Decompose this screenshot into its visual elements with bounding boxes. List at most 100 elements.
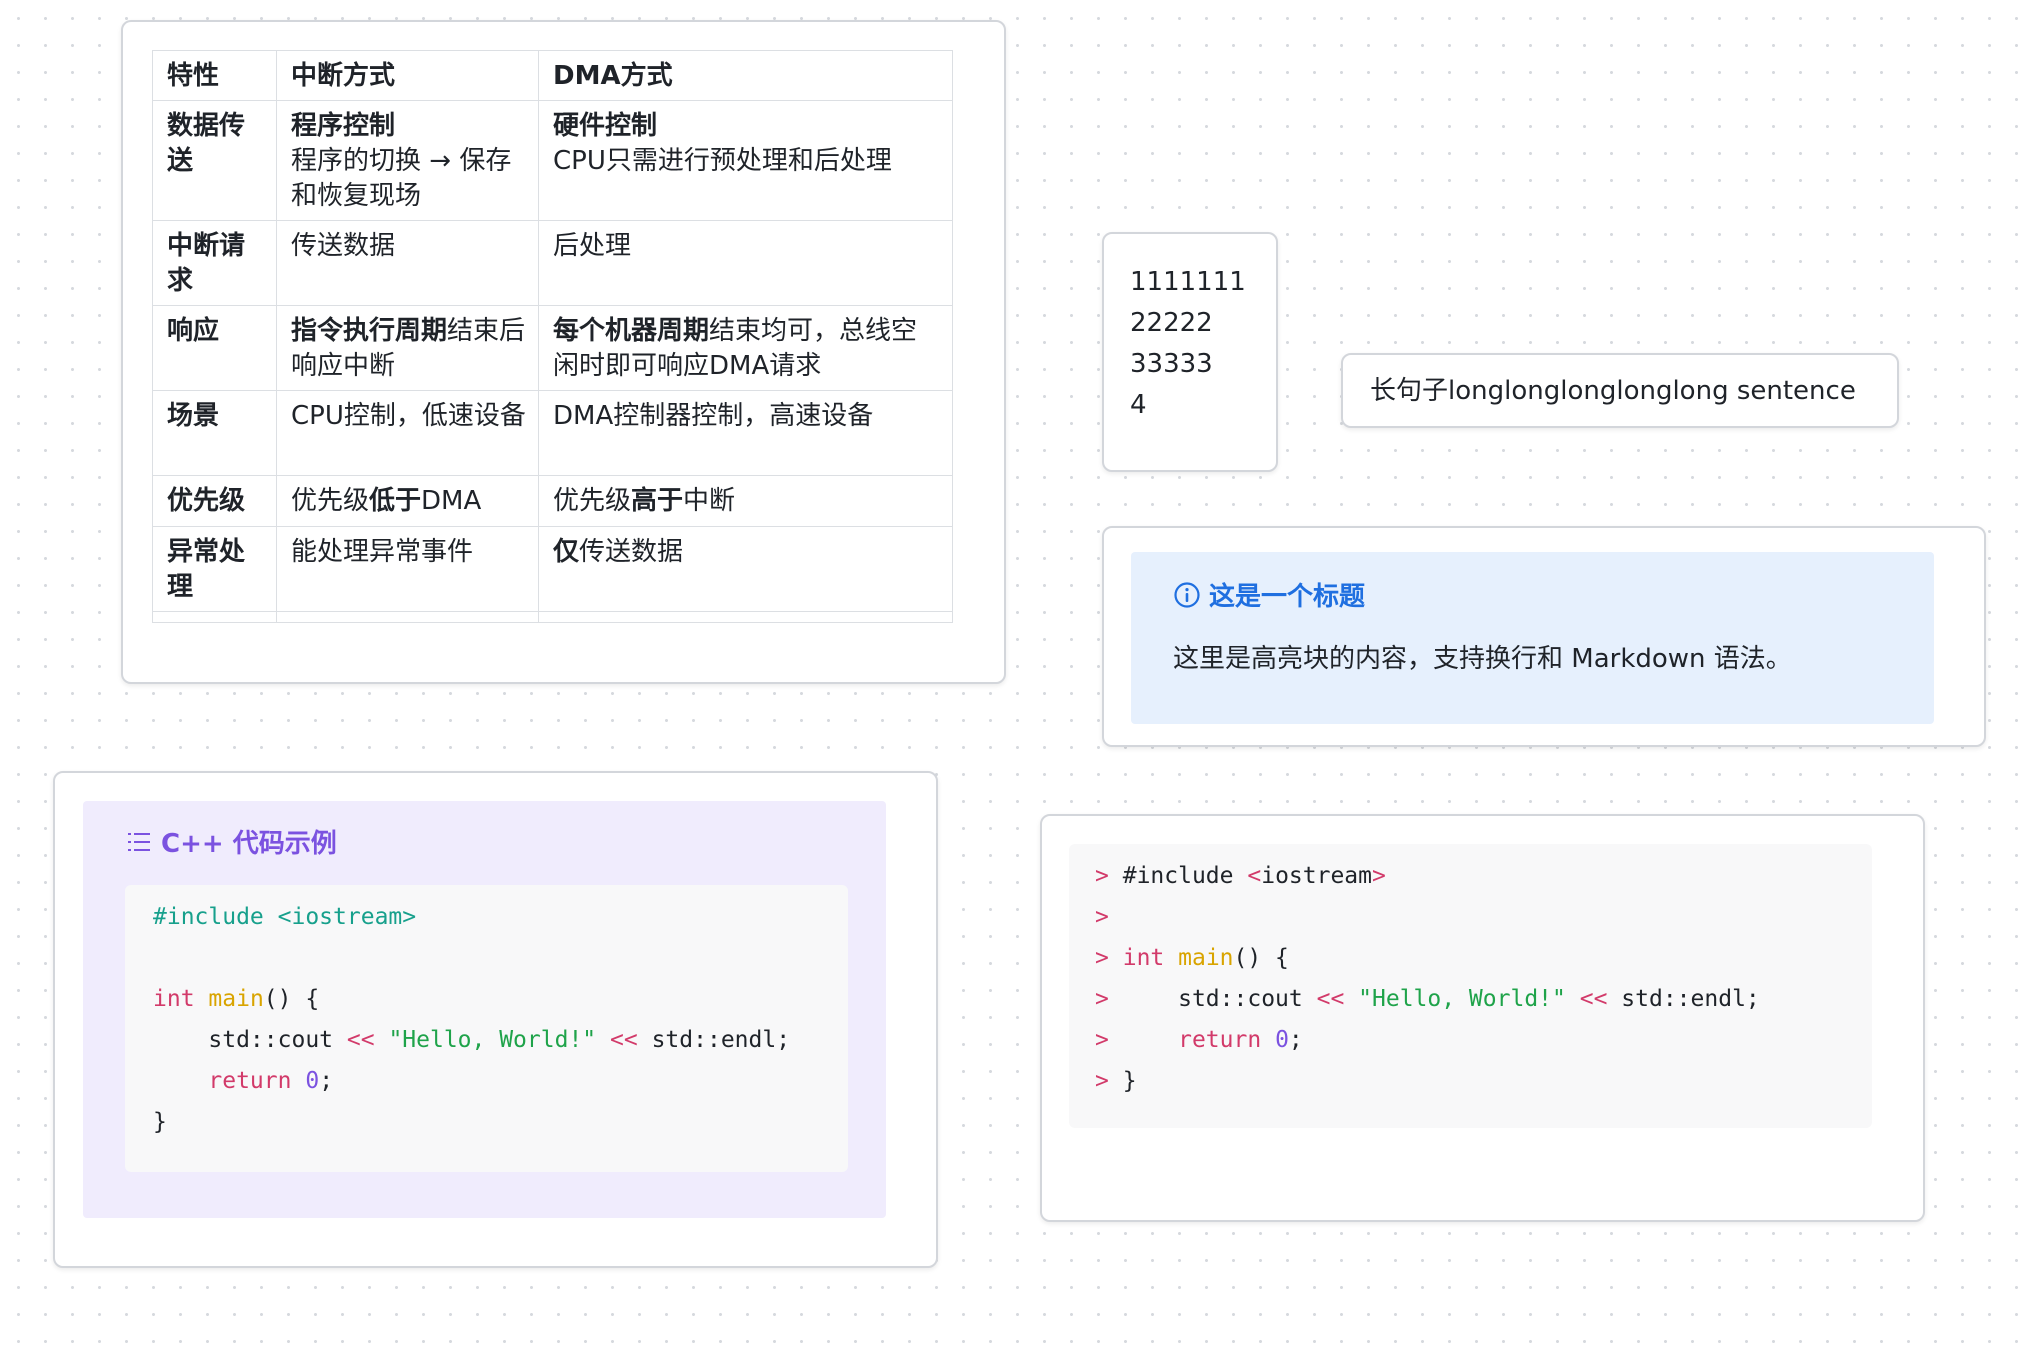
- quote-marker: >: [1095, 863, 1109, 889]
- code-line: > std::cout << "Hello, World!" << std::e…: [1095, 979, 1872, 1020]
- sentence-text: 长句子longlonglonglonglong sentence: [1370, 376, 1856, 406]
- cell-dma[interactable]: 每个机器周期结束均可，总线空闲时即可响应DMA请求: [538, 305, 953, 391]
- cell-dma[interactable]: 硬件控制 CPU只需进行预处理和后处理: [538, 100, 953, 221]
- code-line: #include <iostream>: [153, 897, 848, 938]
- cell-bold-text: 低于: [369, 486, 422, 516]
- quote-marker: >: [1095, 1027, 1109, 1053]
- quoted-code-block[interactable]: > #include <iostream> > > int main() {> st…: [1069, 844, 1872, 1128]
- info-callout: 这是一个标题 这里是高亮块的内容，支持换行和 Markdown 语法。: [1131, 552, 1934, 724]
- cell-bold-text: 程序控制: [291, 111, 396, 141]
- cell-bold-text: 硬件控制: [553, 111, 658, 141]
- cell-dma[interactable]: 后处理: [538, 220, 953, 306]
- cell-text: 优先级: [291, 486, 370, 516]
- cell-bold-text: 仅: [553, 537, 580, 567]
- code-token: main: [1178, 945, 1234, 971]
- cell-text: DMA: [421, 486, 482, 516]
- code-token: 0: [1275, 1027, 1289, 1053]
- code-token: int: [1122, 945, 1165, 971]
- cell-interrupt[interactable]: 优先级低于DMA: [276, 475, 539, 527]
- code-token: <<: [1316, 986, 1345, 1012]
- header-feature[interactable]: 特性: [152, 50, 277, 101]
- cell-bold-text: 每个机器周期: [553, 316, 710, 346]
- code-line: > return 0;: [1095, 1020, 1872, 1061]
- cell-bold-text: 指令执行周期: [291, 316, 448, 346]
- info-circle-icon: [1174, 581, 1200, 608]
- code-token: #include: [1122, 863, 1234, 889]
- table-row: 场景 CPU控制，低速设备 DMA控制器控制，高速设备: [152, 390, 953, 476]
- table-row: 数据传送 程序控制程序的切换 → 保存和恢复现场 硬件控制 CPU只需进行预处理和…: [152, 100, 953, 221]
- code-token: 0: [305, 1068, 320, 1094]
- empty-cell[interactable]: [152, 611, 277, 623]
- row-feature[interactable]: 响应: [152, 305, 277, 391]
- code-line: }: [153, 1102, 848, 1143]
- cell-text: 优先级: [553, 486, 632, 516]
- code-token: #include: [153, 904, 264, 930]
- code-token: () {: [1233, 945, 1289, 971]
- callout-title-text: 这是一个标题: [1209, 582, 1366, 612]
- comparison-table-card[interactable]: 特性 中断方式 DMA方式 数据传送 程序控制程序的切换 → 保存和恢复现场 硬…: [121, 20, 1006, 684]
- row-feature[interactable]: 异常处理: [152, 526, 277, 612]
- callout-body: 这里是高亮块的内容，支持换行和 Markdown 语法。: [1173, 644, 1792, 674]
- header-dma[interactable]: DMA方式: [538, 50, 953, 101]
- numbers-text-card[interactable]: 1111111 22222 33333 4: [1102, 232, 1278, 472]
- text-line: 22222: [1130, 308, 1213, 338]
- cell-interrupt[interactable]: 指令执行周期结束后响应中断: [276, 305, 539, 391]
- cell-dma[interactable]: DMA控制器控制，高速设备: [538, 390, 953, 476]
- cell-text: 程序的切换 → 保存和恢复现场: [291, 146, 512, 211]
- empty-cell[interactable]: [538, 611, 953, 623]
- table-header-row: 特性 中断方式 DMA方式: [152, 50, 953, 101]
- list-icon: [128, 832, 150, 851]
- row-feature[interactable]: 优先级: [152, 475, 277, 527]
- cpp-callout-card[interactable]: C++ 代码示例 #include <iostream> int main() …: [53, 771, 938, 1268]
- table-row: 响应 指令执行周期结束后响应中断 每个机器周期结束均可，总线空闲时即可响应DMA…: [152, 305, 953, 391]
- code-token: std::cout: [208, 1027, 334, 1053]
- text-line: 4: [1130, 390, 1147, 420]
- table-row: 异常处理 能处理异常事件 仅传送数据: [152, 526, 953, 612]
- empty-cell[interactable]: [276, 611, 539, 623]
- row-feature[interactable]: 数据传送: [152, 100, 277, 221]
- numbers-text: 1111111 22222 33333 4: [1130, 262, 1246, 426]
- cell-interrupt[interactable]: 程序控制程序的切换 → 保存和恢复现场: [276, 100, 539, 221]
- row-feature[interactable]: 中断请求: [152, 220, 277, 306]
- code-token: >: [1372, 863, 1386, 889]
- code-block[interactable]: #include <iostream> int main() { std::co…: [125, 885, 848, 1172]
- code-token: <<: [1579, 986, 1608, 1012]
- sentence-text-card[interactable]: 长句子longlonglonglonglong sentence: [1341, 353, 1899, 428]
- code-line: int main() {: [153, 979, 848, 1020]
- cell-interrupt[interactable]: 传送数据: [276, 220, 539, 306]
- header-interrupt[interactable]: 中断方式: [276, 50, 539, 101]
- cell-interrupt[interactable]: 能处理异常事件: [276, 526, 539, 612]
- code-token: std::cout: [1178, 986, 1303, 1012]
- cell-dma[interactable]: 仅传送数据: [538, 526, 953, 612]
- code-token: <: [1247, 863, 1262, 889]
- code-token: }: [1122, 1068, 1137, 1094]
- callout-title: C++ 代码示例: [125, 823, 337, 860]
- code-token: <<: [610, 1027, 638, 1053]
- cell-dma[interactable]: 优先级高于中断: [538, 475, 953, 527]
- callout-title-text: C++ 代码示例: [161, 829, 337, 859]
- row-feature[interactable]: 场景: [152, 390, 277, 476]
- highlight-block-card[interactable]: 这是一个标题 这里是高亮块的内容，支持换行和 Markdown 语法。: [1102, 526, 1986, 747]
- code-line: return 0;: [153, 1061, 848, 1102]
- code-token: int: [153, 986, 195, 1012]
- cell-interrupt[interactable]: CPU控制，低速设备: [276, 390, 539, 476]
- cell-text: 中断: [683, 486, 736, 516]
- code-token: std::endl;: [1621, 986, 1760, 1012]
- callout-title: 这是一个标题: [1173, 576, 1365, 613]
- quote-marker: >: [1095, 904, 1109, 930]
- quote-marker: >: [1095, 1068, 1109, 1094]
- text-line: 33333: [1130, 349, 1213, 379]
- quote-marker: >: [1095, 945, 1109, 971]
- code-token: std::endl;: [651, 1027, 791, 1053]
- code-token: "Hello, World!": [1358, 986, 1566, 1012]
- code-token: () {: [263, 986, 320, 1012]
- code-token: ;: [1288, 1027, 1303, 1053]
- cell-text: 传送数据: [579, 537, 684, 567]
- code-token: "Hello, World!": [388, 1027, 597, 1053]
- code-token: iostream: [1261, 863, 1372, 889]
- code-token: <iostream>: [277, 904, 417, 930]
- quoted-code-card[interactable]: > #include <iostream> > > int main() {> st…: [1040, 814, 1925, 1222]
- code-token: }: [153, 1109, 167, 1135]
- quote-marker: >: [1095, 986, 1109, 1012]
